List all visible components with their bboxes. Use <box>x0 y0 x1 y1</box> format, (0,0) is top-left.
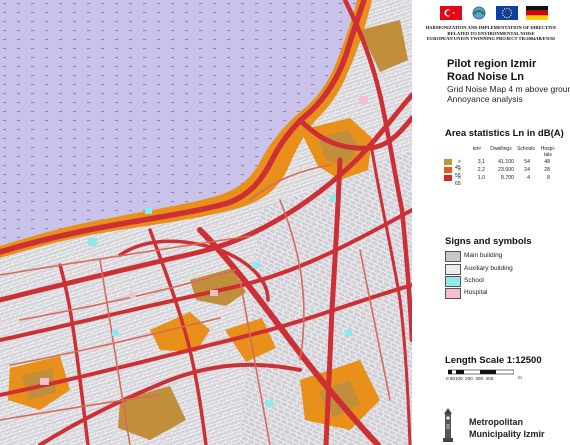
row-schools: 54 <box>524 159 530 165</box>
map-subtitle: Road Noise Ln <box>447 71 525 83</box>
hospital-swatch <box>445 288 461 299</box>
col-hospitals: Hospi-tals <box>540 146 556 158</box>
row-dwellings: 23.000 <box>498 167 514 173</box>
row-label: > 65 <box>455 175 461 187</box>
hospital-marker[interactable] <box>130 292 136 298</box>
map-analysis-type: Annoyance analysis <box>447 94 523 104</box>
scale-heading: Length Scale 1:12500 <box>445 355 542 366</box>
row-dwellings: 41.100 <box>498 159 514 165</box>
project-line: EUROPEAN UNION TWINNING PROJECT TR/2004/… <box>426 36 556 42</box>
germany-flag-icon <box>526 6 548 20</box>
clock-tower-logo-icon <box>443 408 453 442</box>
municipality-city: Municipality Izmir <box>469 429 545 439</box>
school-marker[interactable] <box>145 208 152 214</box>
scale-unit: m <box>518 375 522 380</box>
project-header: HARMONIZATION AND IMPLEMENTATION OF DIRE… <box>414 25 568 42</box>
map-description: Grid Noise Map 4 m above ground <box>447 84 570 94</box>
ministry-logo-icon <box>468 6 490 20</box>
signs-heading: Signs and symbols <box>445 236 532 247</box>
col-schools: Schools <box>517 146 535 152</box>
legend-label: School <box>464 277 484 284</box>
row-schools: 24 <box>524 167 530 173</box>
legend-label: Main building <box>464 252 503 259</box>
hospital-marker[interactable] <box>40 378 49 385</box>
turkey-flag-icon <box>440 6 462 20</box>
row-hospitals: 48 <box>544 159 550 165</box>
school-marker[interactable] <box>345 330 352 336</box>
legend-label: Auxiliary building <box>464 265 513 272</box>
project-line: HARMONIZATION AND IMPLEMENTATION OF DIRE… <box>425 25 557 30</box>
row-km2: 2,2 <box>477 167 485 173</box>
col-dwellings: Dwellings <box>490 146 512 152</box>
map-title: Pilot region Izmir <box>447 58 537 70</box>
school-marker[interactable] <box>252 262 260 268</box>
hospital-marker[interactable] <box>210 290 218 296</box>
school-marker[interactable] <box>265 400 273 407</box>
row-km2: 3,1 <box>477 159 485 165</box>
legend-swatch <box>444 167 452 173</box>
main-building-swatch <box>445 251 461 262</box>
legend-swatch <box>444 159 452 165</box>
row-hospitals: 8 <box>547 175 550 181</box>
school-swatch <box>445 276 461 287</box>
scale-bar <box>448 369 514 375</box>
legend-label: Hospital <box>464 289 488 296</box>
school-marker[interactable] <box>112 330 119 336</box>
municipality-name: Metropolitan <box>469 417 523 427</box>
noise-map-page: HARMONIZATION AND IMPLEMENTATION OF DIRE… <box>0 0 570 445</box>
school-marker[interactable] <box>330 195 336 202</box>
row-schools: 4 <box>527 175 530 181</box>
row-dwellings: 8.700 <box>501 175 514 181</box>
area-stats-heading: Area statistics Ln in dB(A) <box>445 128 564 139</box>
col-km2: km² <box>472 146 482 152</box>
row-hospitals: 28 <box>544 167 550 173</box>
hospital-marker[interactable] <box>359 96 368 104</box>
school-marker[interactable] <box>88 238 97 246</box>
legend-swatch <box>444 175 452 181</box>
auxiliary-building-swatch <box>445 264 461 275</box>
noise-map[interactable] <box>0 0 412 445</box>
row-km2: 1,0 <box>477 175 485 181</box>
scale-ticks: 0 50100 200 300 400 <box>446 376 494 381</box>
eu-flag-icon <box>496 6 518 20</box>
